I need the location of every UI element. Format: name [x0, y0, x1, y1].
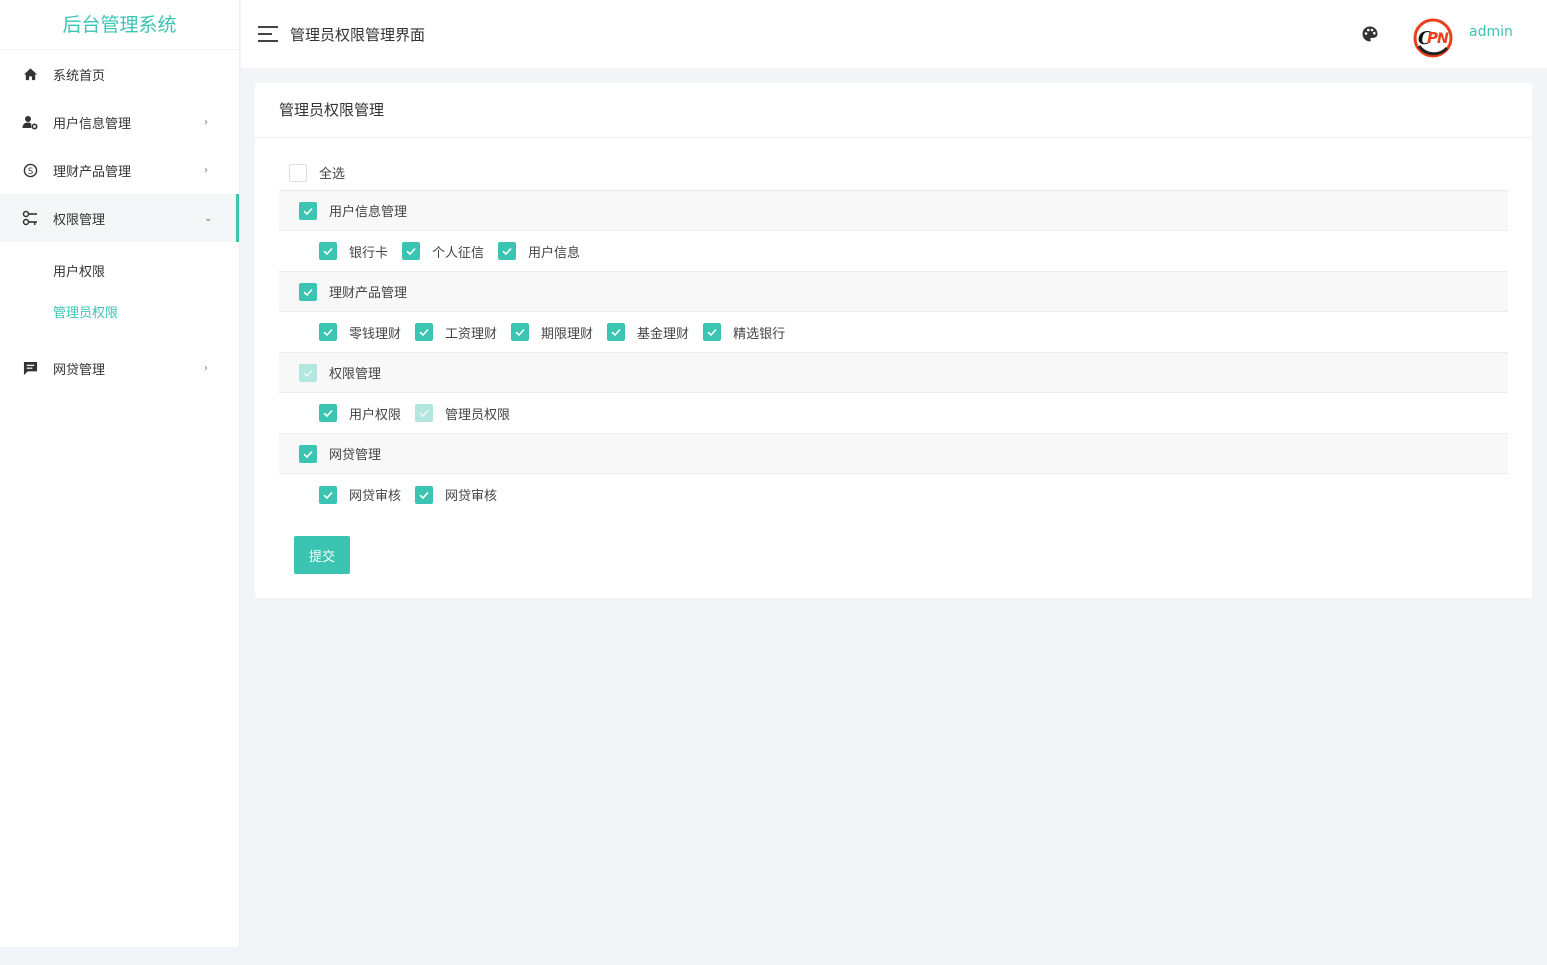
child-checkbox[interactable]: 银行卡 [319, 242, 388, 261]
checkbox-label: 用户信息 [528, 245, 581, 261]
children-row: 网贷审核 网贷审核 [279, 474, 1508, 515]
card-title: 管理员权限管理 [255, 83, 1532, 138]
sidebar-subitem-admin-permission[interactable]: 管理员权限 [0, 291, 239, 332]
group-checkbox-permission: 权限管理 [299, 363, 381, 382]
check-icon[interactable] [319, 485, 337, 504]
sidebar-item-label: 用户信息管理 [53, 116, 132, 132]
menu-toggle-icon[interactable] [258, 26, 278, 42]
chevron-right-icon: › [204, 362, 208, 374]
brand-title: 后台管理系统 [0, 0, 239, 50]
sidebar-item-label: 网贷管理 [53, 362, 106, 378]
checkbox-label: 用户信息管理 [329, 205, 408, 220]
check-icon[interactable] [402, 242, 421, 260]
child-checkbox[interactable]: 零钱理财 [319, 323, 401, 342]
group-row: 理财产品管理 [279, 272, 1508, 312]
check-icon[interactable] [319, 323, 337, 341]
checkbox-label: 网贷审核 [349, 489, 402, 504]
check-icon[interactable] [299, 282, 317, 301]
checkbox-label: 网贷审核 [445, 489, 498, 504]
sidebar-item-home[interactable]: 系统首页 [0, 50, 239, 98]
group-row: 权限管理 [279, 353, 1508, 393]
checkbox-label: 网贷管理 [329, 448, 382, 463]
sidebar-item-label: 理财产品管理 [53, 164, 132, 180]
checkbox-label: 管理员权限 [445, 407, 511, 423]
permission-card: 管理员权限管理 全选 用户信息管理 银行卡 个人征信 用户信息 理财产品管理 零… [255, 83, 1532, 598]
checkbox-label: 期限理财 [541, 326, 594, 342]
checkbox-label: 银行卡 [349, 245, 389, 261]
message-icon [22, 360, 38, 376]
sidebar: 后台管理系统 系统首页 用户信息管理 › S 理财产品管理 › 权限管理 ⌄ 用… [0, 0, 240, 947]
sidebar-item-loan[interactable]: 网贷管理 › [0, 344, 239, 392]
check-icon[interactable] [415, 485, 434, 504]
svg-text:N: N [1437, 31, 1449, 47]
chevron-down-icon: ⌄ [204, 212, 213, 224]
username-link[interactable]: admin [1469, 24, 1513, 40]
select-all-row: 全选 [279, 155, 1508, 191]
check-icon[interactable] [415, 323, 434, 341]
child-checkbox[interactable]: 期限理财 [511, 323, 593, 342]
check-icon[interactable] [299, 201, 317, 220]
group-row: 网贷管理 [279, 434, 1508, 474]
money-circle-icon: S [22, 162, 38, 178]
checkbox-label: 权限管理 [329, 367, 382, 382]
check-icon[interactable] [511, 323, 530, 341]
top-header: 管理员权限管理界面 C P N admin [241, 0, 1547, 68]
svg-text:S: S [27, 165, 32, 175]
sidebar-subitem-user-permission[interactable]: 用户权限 [0, 250, 239, 291]
child-checkbox[interactable]: 网贷审核 [415, 485, 497, 504]
user-gear-icon [22, 114, 38, 130]
checkbox-label: 个人征信 [432, 245, 485, 261]
check-icon[interactable] [319, 242, 337, 260]
chevron-right-icon: › [204, 164, 208, 176]
chevron-right-icon: › [204, 116, 208, 128]
check-icon[interactable] [319, 404, 337, 422]
child-checkbox[interactable]: 基金理财 [607, 323, 689, 342]
check-icon[interactable] [299, 444, 317, 463]
home-icon [22, 66, 38, 82]
checkbox-label: 工资理财 [445, 326, 498, 342]
checkbox-box[interactable] [289, 163, 307, 182]
child-checkbox[interactable]: 工资理财 [415, 323, 497, 342]
children-row: 银行卡 个人征信 用户信息 [279, 231, 1508, 272]
check-icon[interactable] [607, 323, 626, 341]
sidebar-item-label: 系统首页 [53, 68, 106, 84]
avatar[interactable]: C P N [1411, 14, 1455, 58]
child-checkbox[interactable]: 用户信息 [498, 242, 580, 261]
sidebar-item-user-info[interactable]: 用户信息管理 › [0, 98, 239, 146]
checkbox-label: 基金理财 [637, 326, 690, 342]
children-row: 用户权限 管理员权限 [279, 393, 1508, 434]
checkbox-label: 零钱理财 [349, 326, 402, 342]
child-checkbox[interactable]: 网贷审核 [319, 485, 401, 504]
palette-icon[interactable] [1361, 25, 1379, 43]
sidebar-item-finance[interactable]: S 理财产品管理 › [0, 146, 239, 194]
select-all-checkbox[interactable]: 全选 [289, 163, 345, 182]
sidebar-item-permission[interactable]: 权限管理 ⌄ [0, 194, 239, 242]
child-checkbox[interactable]: 用户权限 [319, 404, 401, 423]
sidebar-item-label: 权限管理 [53, 212, 106, 228]
submit-button[interactable]: 提交 [294, 536, 350, 574]
child-checkbox[interactable]: 精选银行 [703, 323, 785, 342]
checkbox-label: 理财产品管理 [329, 286, 408, 301]
checkbox-label: 精选银行 [733, 326, 786, 342]
check-icon [299, 363, 317, 382]
group-checkbox-finance[interactable]: 理财产品管理 [299, 282, 407, 301]
group-checkbox-loan[interactable]: 网贷管理 [299, 444, 381, 463]
key-icon [22, 210, 38, 226]
check-icon[interactable] [703, 323, 722, 341]
check-icon[interactable] [498, 242, 517, 260]
child-checkbox-disabled: 管理员权限 [415, 404, 510, 423]
group-checkbox-user-info[interactable]: 用户信息管理 [299, 201, 407, 220]
checkbox-label: 用户权限 [349, 407, 402, 423]
sidebar-submenu: 用户权限 管理员权限 [0, 242, 239, 344]
child-checkbox[interactable]: 个人征信 [402, 242, 484, 261]
group-row: 用户信息管理 [279, 191, 1508, 231]
page-title: 管理员权限管理界面 [290, 25, 426, 44]
check-icon [415, 404, 434, 422]
checkbox-label: 全选 [319, 167, 346, 182]
permission-tree: 全选 用户信息管理 银行卡 个人征信 用户信息 理财产品管理 零钱理财 工资理财… [279, 155, 1508, 515]
children-row: 零钱理财 工资理财 期限理财 基金理财 精选银行 [279, 312, 1508, 353]
